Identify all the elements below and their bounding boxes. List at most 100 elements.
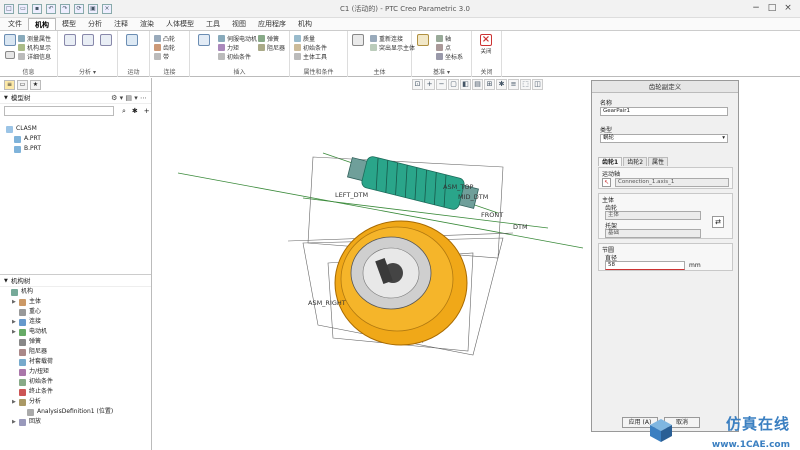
tree-item-part-a[interactable]: A.PRT <box>0 134 151 144</box>
mech-tree-item[interactable]: ▶ 主体 <box>0 297 151 307</box>
tab-render[interactable]: 渲染 <box>134 18 160 30</box>
tab-model[interactable]: 模型 <box>56 18 82 30</box>
close-window-icon[interactable]: × <box>102 3 112 14</box>
tab-mechanism[interactable]: 机构 <box>28 18 56 30</box>
name-field[interactable]: GearPair1 <box>600 107 728 116</box>
show-icon[interactable]: ✱ <box>132 107 138 115</box>
new-file-icon[interactable]: □ <box>4 3 14 14</box>
tab-gear2[interactable]: 齿轮2 <box>623 157 648 166</box>
mech-tree-item[interactable]: ▶ 连接 <box>0 317 151 327</box>
maximize-icon[interactable]: □ <box>765 2 779 14</box>
mech-tree-item[interactable]: 衬套载荷 <box>0 357 151 367</box>
reconnect-button[interactable]: 重新连接 <box>370 34 403 43</box>
mech-tree-item[interactable]: 机构 <box>0 287 151 297</box>
gear-body-field[interactable]: 主体 <box>605 211 701 220</box>
datum-display-icon[interactable]: ⊞ <box>484 79 495 90</box>
minimize-icon[interactable]: − <box>749 2 763 14</box>
display-style-icon[interactable]: ◧ <box>460 79 471 90</box>
tab-file[interactable]: 文件 <box>2 18 28 30</box>
tree-filter-input[interactable] <box>4 106 114 116</box>
plane-button[interactable] <box>415 34 431 47</box>
refit-icon[interactable]: ⊡ <box>412 79 423 90</box>
csys-button[interactable]: 坐标系 <box>436 52 463 61</box>
terminate-button[interactable]: 主体工具 <box>294 52 327 61</box>
spin-center-icon[interactable]: ✱ <box>496 79 507 90</box>
mech-tree-item[interactable]: 终止条件 <box>0 387 151 397</box>
tab-annotate[interactable]: 注释 <box>108 18 134 30</box>
section-icon[interactable]: ◫ <box>532 79 543 90</box>
detailed-button[interactable]: 详细信息 <box>18 52 51 61</box>
mech-analysis-button[interactable] <box>63 34 77 47</box>
mass-button[interactable]: 质量 <box>294 34 315 43</box>
cam-button[interactable]: 凸轮 <box>154 34 175 43</box>
saved-views-icon[interactable]: ▤ <box>472 79 483 90</box>
mech-tree-header[interactable]: ▼ 机构树 <box>0 275 151 287</box>
mech-tree-item[interactable]: 力/扭矩 <box>0 367 151 377</box>
expand-arrow-icon[interactable]: ▶ <box>12 417 19 427</box>
close-mechanism-button[interactable]: × 关闭 <box>477 34 495 55</box>
mech-tree-item[interactable]: ▶ 分析 <box>0 397 151 407</box>
zoom-out-icon[interactable]: − <box>436 79 447 90</box>
undo-icon[interactable]: ↶ <box>46 3 56 14</box>
find-icon[interactable]: ⌕ <box>122 107 126 116</box>
group-label-analysis[interactable]: 分析 ▾ <box>58 67 117 76</box>
mech-tree-item[interactable]: 重心 <box>0 307 151 317</box>
drag-components-button[interactable] <box>123 34 141 47</box>
measure-button[interactable]: 测量属性 <box>18 34 51 43</box>
type-select[interactable]: 蜗轮 ▾ <box>600 134 728 143</box>
playback-button[interactable] <box>81 34 95 47</box>
tab-tools[interactable]: 工具 <box>200 18 226 30</box>
model-tree-header[interactable]: ▼ 模型树 ⚙ ▾ ▤ ▾ ⋯ <box>0 92 151 104</box>
swap-bodies-icon[interactable]: ⇄ <box>712 216 724 228</box>
servo-motor-small-button[interactable]: 伺服电动机 <box>218 34 257 43</box>
open-file-icon[interactable]: ▭ <box>18 3 28 14</box>
summary-button[interactable] <box>3 34 17 47</box>
initial-button[interactable]: 初始条件 <box>218 52 251 61</box>
diameter-field[interactable]: 58 <box>605 261 685 270</box>
zoom-in-icon[interactable]: + <box>424 79 435 90</box>
tab-gear1[interactable]: 齿轮1 <box>598 157 623 166</box>
axis-button[interactable]: 轴 <box>436 34 451 43</box>
servo-motor-button[interactable] <box>196 34 212 47</box>
measure-result-button[interactable] <box>99 34 113 47</box>
spring-button[interactable]: 弹簧 <box>258 34 279 43</box>
window-icon[interactable]: ▣ <box>88 3 98 14</box>
carrier-body-field[interactable]: 基础 <box>605 229 701 238</box>
add-icon[interactable]: + <box>144 107 150 115</box>
model-viewport[interactable]: ASM_TOP MID_DTM LEFT_DTM FRONT DTM ASM_R… <box>153 93 588 450</box>
mech-tree-item[interactable]: 阻尼器 <box>0 347 151 357</box>
force-button[interactable]: 力矩 <box>218 43 239 52</box>
expand-arrow-icon[interactable]: ▶ <box>12 327 19 337</box>
initial-cond-button[interactable]: 初始条件 <box>294 43 327 52</box>
mech-tree-item[interactable]: 弹簧 <box>0 337 151 347</box>
damper-button[interactable]: 阻尼器 <box>258 43 285 52</box>
belt-button[interactable]: 带 <box>154 52 169 61</box>
tab-properties[interactable]: 属性 <box>648 157 669 166</box>
mech-tree-item[interactable]: AnalysisDefinition1 (位置) <box>0 407 151 417</box>
expand-arrow-icon[interactable]: ▶ <box>12 397 19 407</box>
repaint-icon[interactable]: ▢ <box>448 79 459 90</box>
save-icon[interactable]: ▪ <box>32 3 42 14</box>
tab-mechanism-2[interactable]: 机构 <box>292 18 318 30</box>
cd-button[interactable] <box>3 51 17 60</box>
model-tree-tab[interactable]: ≡ <box>4 79 15 90</box>
folder-browser-tab[interactable]: ▭ <box>17 79 28 90</box>
body-def-button[interactable] <box>351 34 365 47</box>
favorites-tab[interactable]: ★ <box>30 79 41 90</box>
regenerate-icon[interactable]: ⟳ <box>74 3 84 14</box>
close-icon[interactable]: × <box>781 2 795 14</box>
expand-arrow-icon[interactable]: ▶ <box>12 297 19 307</box>
mech-tree-item[interactable]: 初始条件 <box>0 377 151 387</box>
group-label-datum[interactable]: 基准 ▾ <box>412 67 471 76</box>
tab-applications[interactable]: 应用程序 <box>252 18 292 30</box>
tree-item-root[interactable]: CLASM <box>0 124 151 134</box>
graphics-canvas[interactable]: ASM_TOP MID_DTM LEFT_DTM FRONT DTM ASM_R… <box>153 93 588 450</box>
expand-arrow-icon[interactable]: ▶ <box>12 317 19 327</box>
perspective-icon[interactable]: ⬚ <box>520 79 531 90</box>
tree-item-part-b[interactable]: B.PRT <box>0 144 151 154</box>
motion-axis-field[interactable]: Connection_1.axis_1 <box>615 178 729 187</box>
select-arrow-icon[interactable]: ↖ <box>602 178 611 187</box>
annotation-display-icon[interactable]: ≡ <box>508 79 519 90</box>
redo-icon[interactable]: ↷ <box>60 3 70 14</box>
tab-analysis[interactable]: 分析 <box>82 18 108 30</box>
